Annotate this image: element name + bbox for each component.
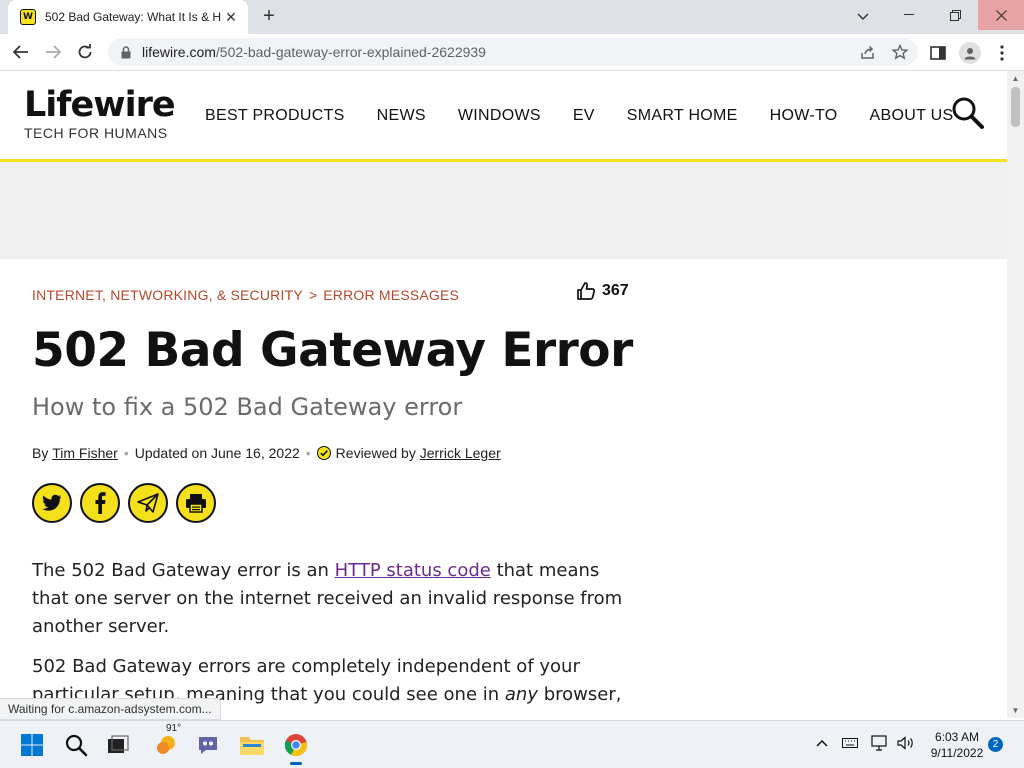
print-icon[interactable]: [176, 483, 216, 523]
side-panel-icon[interactable]: [926, 41, 950, 65]
lifewire-logo[interactable]: Lifewire TECH FOR HUMANS: [24, 85, 176, 141]
share-icon[interactable]: [858, 42, 878, 62]
reviewer-link[interactable]: Jerrick Leger: [420, 445, 501, 461]
logo-tagline: TECH FOR HUMANS: [24, 125, 168, 141]
forward-arrow-icon[interactable]: [40, 39, 66, 65]
nav-about-us[interactable]: ABOUT US: [870, 107, 954, 125]
tab-close-icon[interactable]: ✕: [222, 8, 240, 26]
reviewed-check-icon: [316, 446, 331, 460]
tray-overflow-chevron-icon[interactable]: [812, 733, 832, 753]
page-viewport: Lifewire TECH FOR HUMANS BEST PRODUCTS N…: [0, 71, 1007, 718]
menu-kebab-icon[interactable]: [990, 41, 1014, 65]
lifewire-favicon-icon: W: [20, 9, 36, 25]
thumbs-up-icon: [577, 282, 596, 300]
facebook-share-icon[interactable]: [80, 483, 120, 523]
page-scrollbar[interactable]: ▲ ▼: [1007, 71, 1024, 718]
search-icon[interactable]: [951, 96, 985, 130]
notification-badge[interactable]: 2: [988, 737, 1003, 752]
lock-icon[interactable]: [120, 45, 132, 59]
like-button[interactable]: 367: [576, 281, 629, 301]
paragraph-1: The 502 Bad Gateway error is an HTTP sta…: [32, 560, 623, 637]
reviewed-by-label: Reviewed by: [335, 445, 416, 461]
clock-time: 6:03 AM: [934, 730, 980, 744]
tab-search-chevron-icon[interactable]: [852, 6, 874, 28]
volume-icon[interactable]: [896, 733, 916, 753]
twitter-share-icon[interactable]: [32, 483, 72, 523]
scrollbar-thumb[interactable]: [1011, 87, 1020, 127]
nav-how-to[interactable]: HOW-TO: [770, 107, 838, 125]
byline: By Tim Fisher • Updated on June 16, 2022…: [32, 445, 501, 461]
network-icon[interactable]: [870, 733, 890, 753]
tab-strip: W 502 Bad Gateway: What It Is & How to F…: [0, 0, 1024, 34]
minimize-button[interactable]: [886, 0, 932, 30]
scroll-up-arrow-icon[interactable]: ▲: [1011, 74, 1020, 83]
windows-taskbar: 91° 6:03 AM 9/11/2022 2: [0, 720, 1024, 768]
ad-placeholder: [0, 162, 1007, 259]
back-arrow-icon[interactable]: [8, 39, 34, 65]
nav-ev[interactable]: EV: [573, 107, 595, 125]
breadcrumb: INTERNET, NETWORKING, & SECURITY > ERROR M…: [32, 287, 459, 303]
breadcrumb-separator: >: [308, 287, 318, 303]
taskbar-search-icon[interactable]: [60, 729, 92, 761]
file-explorer-icon[interactable]: [236, 729, 268, 761]
clock-date: 9/11/2022: [930, 746, 984, 760]
article: INTERNET, NETWORKING, & SECURITY > ERROR M…: [0, 259, 1007, 718]
nav-windows[interactable]: WINDOWS: [458, 107, 541, 125]
profile-avatar-icon[interactable]: [958, 41, 982, 65]
scroll-down-arrow-icon[interactable]: ▼: [1011, 706, 1020, 715]
task-view-icon[interactable]: [102, 729, 134, 761]
windows-start-icon[interactable]: [16, 729, 48, 761]
nav-smart-home[interactable]: SMART HOME: [627, 107, 738, 125]
breadcrumb-current-link[interactable]: ERROR MESSAGES: [323, 287, 459, 303]
email-send-icon[interactable]: [128, 483, 168, 523]
keyboard-icon[interactable]: [840, 733, 860, 753]
article-body: The 502 Bad Gateway error is an HTTP sta…: [32, 557, 632, 718]
tab-title: 502 Bad Gateway: What It Is & How to Fix…: [45, 10, 221, 24]
system-clock[interactable]: 6:03 AM 9/11/2022: [922, 729, 992, 761]
article-title: 502 Bad Gateway Error: [32, 323, 633, 378]
author-link[interactable]: Tim Fisher: [52, 445, 118, 461]
window-close-button[interactable]: [978, 0, 1024, 30]
share-buttons: [32, 483, 216, 523]
teams-chat-icon[interactable]: [192, 729, 224, 761]
loading-status: Waiting for c.amazon-adsystem.com...: [0, 698, 221, 720]
nav-news[interactable]: NEWS: [377, 107, 426, 125]
nav-best-products[interactable]: BEST PRODUCTS: [205, 107, 345, 125]
site-header: Lifewire TECH FOR HUMANS BEST PRODUCTS N…: [0, 71, 1007, 162]
updated-date: Updated on June 16, 2022: [134, 445, 300, 461]
chrome-taskbar-icon[interactable]: [280, 729, 312, 765]
byline-dot: •: [305, 445, 311, 461]
url-text[interactable]: lifewire.com/502-bad-gateway-error-expla…: [142, 44, 486, 60]
like-count: 367: [602, 282, 629, 299]
byline-dot: •: [123, 445, 129, 461]
byline-by: By: [32, 445, 49, 461]
reload-icon[interactable]: [72, 39, 98, 65]
breadcrumb-parent-link[interactable]: INTERNET, NETWORKING, & SECURITY: [32, 287, 303, 303]
bookmark-star-icon[interactable]: [890, 42, 910, 62]
http-status-code-link[interactable]: HTTP status code: [335, 560, 491, 581]
address-bar[interactable]: lifewire.com/502-bad-gateway-error-expla…: [108, 38, 918, 66]
main-nav: BEST PRODUCTS NEWS WINDOWS EV SMART HOME…: [205, 107, 953, 125]
restore-button[interactable]: [932, 0, 978, 30]
weather-widget-icon[interactable]: [150, 729, 182, 761]
new-tab-button[interactable]: +: [258, 6, 280, 28]
browser-tab[interactable]: W 502 Bad Gateway: What It Is & How to F…: [8, 0, 248, 34]
article-subtitle: How to fix a 502 Bad Gateway error: [32, 393, 463, 421]
logo-wordmark: Lifewire: [24, 85, 176, 125]
browser-toolbar: lifewire.com/502-bad-gateway-error-expla…: [0, 34, 1024, 71]
